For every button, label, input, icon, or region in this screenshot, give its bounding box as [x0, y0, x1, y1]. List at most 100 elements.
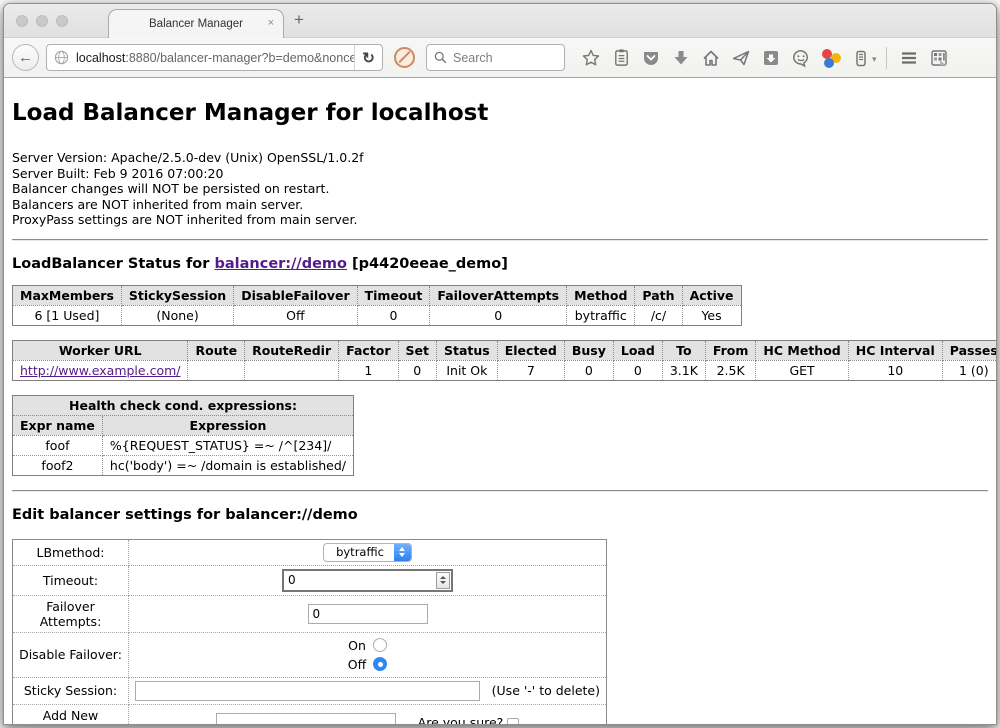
are-you-sure-group: Are you sure? [418, 715, 520, 724]
url-text[interactable]: localhost:8880/balancer-manager?b=demo&n… [76, 51, 354, 65]
health-check-table: Health check cond. expressions: Expr nam… [12, 395, 354, 476]
toolbar-divider [886, 47, 887, 69]
cell-expr-name-2: foof2 [13, 455, 103, 475]
save-page-icon[interactable] [756, 44, 786, 71]
search-bar[interactable] [426, 44, 565, 71]
send-plane-icon[interactable] [726, 44, 756, 71]
persist-note-line: Balancer changes will NOT be persisted o… [12, 181, 988, 197]
edit-settings-heading: Edit balancer settings for balancer://de… [12, 507, 988, 523]
col-status: Status [437, 340, 498, 360]
search-input[interactable] [453, 51, 557, 65]
failover-attempts-label: Failover Attempts: [13, 595, 129, 632]
url-bar[interactable]: localhost:8880/balancer-manager?b=demo&n… [46, 44, 383, 71]
server-version-line: Server Version: Apache/2.5.0-dev (Unix) … [12, 150, 988, 166]
cell-failoverattempts: 0 [430, 305, 567, 325]
globe-icon [54, 50, 69, 65]
menu-hamburger-icon[interactable] [894, 44, 924, 71]
health-row-foof: foof %{REQUEST_STATUS} =~ /^[234]/ [13, 435, 354, 455]
timeout-row: Timeout: [13, 565, 607, 595]
col-active: Active [682, 285, 741, 305]
home-icon[interactable] [696, 44, 726, 71]
cell-expression-2: hc('body') =~ /domain is established/ [102, 455, 353, 475]
cell-factor: 1 [339, 360, 398, 380]
add-worker-input[interactable] [216, 713, 396, 725]
bookmark-star-icon[interactable] [576, 44, 606, 71]
cell-load: 0 [613, 360, 662, 380]
edit-balancer-form: LBmethod: bytraffic Timeout: [12, 539, 607, 725]
extension-grid-icon[interactable] [924, 44, 954, 71]
cell-worker-url: http://www.example.com/ [13, 360, 188, 380]
reading-list-icon[interactable] [606, 44, 636, 71]
disable-failover-off-option[interactable]: Off [133, 655, 602, 674]
section-divider [12, 239, 988, 241]
cell-disablefailover: Off [234, 305, 357, 325]
pocket-icon[interactable] [636, 44, 666, 71]
toolbar-icons: ▾ [576, 44, 954, 71]
tab-balancer-manager[interactable]: Balancer Manager × [108, 9, 284, 38]
balancer-header-row: MaxMembers StickySession DisableFailover… [13, 285, 742, 305]
disable-failover-label: Disable Failover: [13, 632, 129, 677]
col-passes: Passes [942, 340, 996, 360]
inherit-note-line: Balancers are NOT inherited from main se… [12, 197, 988, 213]
chat-smiley-icon[interactable] [786, 44, 816, 71]
number-spinner-icon[interactable] [436, 572, 450, 589]
reload-icon[interactable]: ↻ [354, 45, 382, 70]
col-method: Method [567, 285, 635, 305]
radio-off-label: Off [348, 655, 366, 674]
minimize-window-button[interactable] [36, 15, 48, 27]
new-tab-button[interactable]: + [294, 10, 304, 30]
window-controls [16, 15, 68, 27]
col-path: Path [635, 285, 682, 305]
disable-failover-on-option[interactable]: On [133, 636, 602, 655]
cell-to: 3.1K [662, 360, 705, 380]
sticky-session-row: Sticky Session: (Use '-' to delete) [13, 677, 607, 704]
col-hc-method: HC Method [756, 340, 848, 360]
chevron-down-icon[interactable]: ▾ [872, 54, 877, 65]
cell-path: /c/ [635, 305, 682, 325]
col-route: Route [188, 340, 245, 360]
content-blocked-icon[interactable] [394, 47, 415, 68]
tab-close-icon[interactable]: × [268, 17, 274, 29]
cell-active: Yes [682, 305, 741, 325]
url-domain: localhost [76, 51, 125, 65]
failover-attempts-row: Failover Attempts: [13, 595, 607, 632]
worker-data-row: http://www.example.com/ 1 0 Init Ok 7 0 … [13, 360, 997, 380]
close-window-button[interactable] [16, 15, 28, 27]
radio-on-label: On [348, 636, 366, 655]
sticky-session-hint: (Use '-' to delete) [492, 683, 600, 698]
lbmethod-select[interactable]: bytraffic [323, 543, 412, 562]
are-you-sure-checkbox[interactable] [507, 718, 519, 725]
download-icon[interactable] [666, 44, 696, 71]
failover-attempts-input[interactable] [308, 604, 428, 624]
section-divider-2 [12, 490, 988, 492]
back-button[interactable]: ← [12, 44, 39, 71]
cell-hc-method: GET [756, 360, 848, 380]
cell-expression-1: %{REQUEST_STATUS} =~ /^[234]/ [102, 435, 353, 455]
cell-routeredir [245, 360, 339, 380]
sticky-session-input[interactable] [135, 681, 480, 701]
colored-dots-icon[interactable] [816, 44, 846, 71]
col-load: Load [613, 340, 662, 360]
page-title: Load Balancer Manager for localhost [12, 100, 988, 126]
tab-title: Balancer Manager [149, 18, 243, 30]
col-factor: Factor [339, 340, 398, 360]
cell-set: 0 [398, 360, 436, 380]
col-failoverattempts: FailoverAttempts [430, 285, 567, 305]
health-table-title: Health check cond. expressions: [13, 395, 354, 415]
col-from: From [705, 340, 756, 360]
navigation-toolbar: ← localhost:8880/balancer-manager?b=demo… [4, 37, 996, 78]
radio-on-button[interactable] [373, 638, 387, 652]
health-title-row: Health check cond. expressions: [13, 395, 354, 415]
timeout-input[interactable] [284, 573, 436, 587]
cell-passes: 1 (0) [942, 360, 996, 380]
worker-url-link[interactable]: http://www.example.com/ [20, 363, 180, 378]
radio-off-button[interactable] [373, 657, 387, 671]
status-heading-suffix: [p4420eeae_demo] [347, 256, 508, 272]
add-worker-label: Add New Worker: [13, 704, 129, 724]
cell-elected: 7 [497, 360, 564, 380]
status-heading-prefix: LoadBalancer Status for [12, 256, 214, 272]
maximize-window-button[interactable] [56, 15, 68, 27]
balancer-demo-link[interactable]: balancer://demo [214, 256, 347, 272]
loadbalancer-status-heading: LoadBalancer Status for balancer://demo … [12, 256, 988, 272]
add-worker-row: Add New Worker: Are you sure? [13, 704, 607, 724]
